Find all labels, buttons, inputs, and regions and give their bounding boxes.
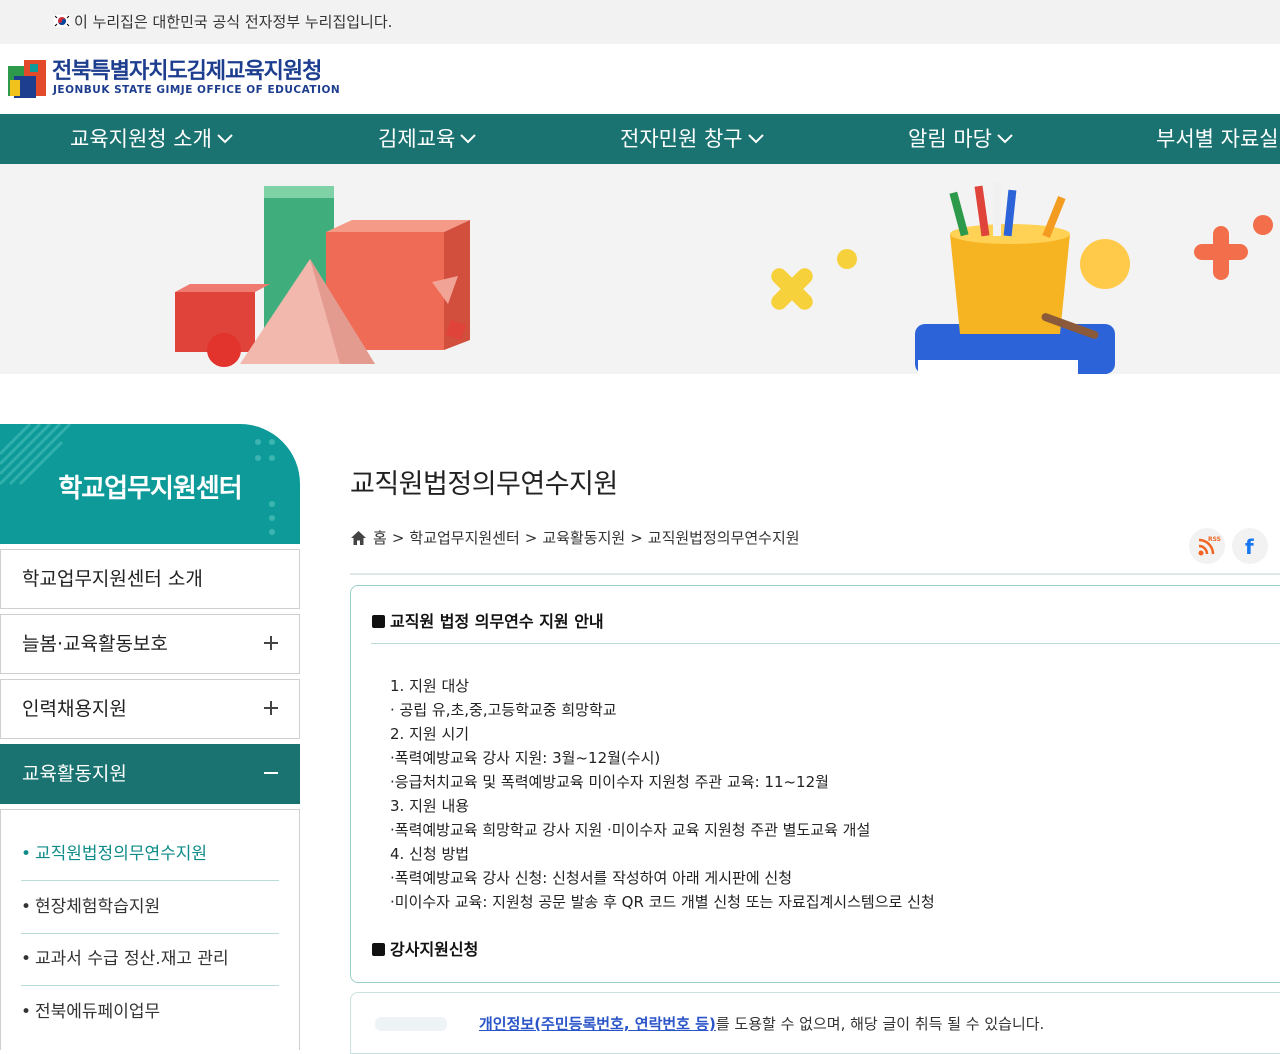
submenu-label: 전북에듀페이업무 xyxy=(35,1002,161,1022)
site-header: 전북특별자치도김제교육지원청 JEONBUK STATE GIMJE OFFIC… xyxy=(0,44,1280,114)
sidebar-item-care-protection[interactable]: 늘봄·교육활동보호 xyxy=(0,614,300,674)
sidebar-title-block: 학교업무지원센터 xyxy=(0,424,300,544)
facebook-button[interactable]: f xyxy=(1232,528,1268,564)
breadcrumb-level1[interactable]: 학교업무지원센터 xyxy=(409,528,519,548)
facebook-label: f xyxy=(1245,535,1254,559)
list-item: ·응급처치교육 및 폭력예방교육 미이수자 지원청 주관 교육: 11~12월 xyxy=(390,773,829,791)
page-title: 교직원법정의무연수지원 xyxy=(350,469,618,500)
office-name[interactable]: 전북특별자치도김제교육지원청 xyxy=(52,58,322,86)
nav-label: 교육지원청 소개 xyxy=(70,127,212,151)
notice-icon xyxy=(375,1017,447,1031)
nav-label: 김제교육 xyxy=(378,127,456,151)
submenu-item-edupay[interactable]: • 전북에듀페이업무 xyxy=(21,986,279,1038)
instructor-apply-title-text: 강사지원신청 xyxy=(390,940,479,959)
multiply-symbol-shape xyxy=(771,268,813,310)
global-navigation: 교육지원청 소개 김제교육 전자민원 창구 알림 마당 부서별 자료실 xyxy=(0,114,1280,164)
list-item: 4. 신청 방법 xyxy=(390,845,470,863)
nav-label: 알림 마당 xyxy=(908,127,992,151)
list-item: · 공립 유,초,중,고등학교중 희망학교 xyxy=(390,701,617,719)
plus-icon[interactable] xyxy=(263,700,279,716)
sub-visual-banner xyxy=(0,164,1280,374)
sidebar-submenu: • 교직원법정의무연수지원 • 현장체험학습지원 • 교과서 수급 정산.재고 관리 … xyxy=(0,809,300,1050)
office-name-english: JEONBUK STATE GIMJE OFFICE OF EDUCATION xyxy=(53,84,341,96)
submenu-item-legal-training[interactable]: • 교직원법정의무연수지원 xyxy=(21,828,279,881)
square-bullet-icon xyxy=(372,943,385,956)
minus-icon[interactable] xyxy=(263,765,279,781)
korea-flag-icon xyxy=(53,13,71,29)
nav-item-gimje-education[interactable]: 김제교육 xyxy=(378,114,476,164)
title-divider xyxy=(350,573,1280,575)
facebook-icon: f xyxy=(1245,535,1254,559)
list-item: 2. 지원 시기 xyxy=(390,725,470,743)
breadcrumb: 홈 > 학교업무지원센터 > 교육활동지원 > 교직원법정의무연수지원 xyxy=(350,528,800,548)
info-box-title-text: 교직원 법정 의무연수 지원 안내 xyxy=(390,612,604,631)
breadcrumb-home[interactable]: 홈 xyxy=(373,528,387,548)
sidebar-item-label: 인력채용지원 xyxy=(22,698,127,720)
sidebar-item-center-intro[interactable]: 학교업무지원센터 소개 xyxy=(0,549,300,609)
privacy-notice-highlight: 개인정보(주민등록번호, 연락번호 등) xyxy=(479,1015,716,1033)
info-box-divider xyxy=(371,643,1280,644)
instructor-apply-title: 강사지원신청 xyxy=(372,936,478,960)
submenu-item-field-trip[interactable]: • 현장체험학습지원 xyxy=(21,881,279,934)
nav-item-notice[interactable]: 알림 마당 xyxy=(908,114,1013,164)
nav-item-e-civil-service[interactable]: 전자민원 창구 xyxy=(620,114,764,164)
chevron-down-icon xyxy=(997,134,1013,144)
submenu-label: 교과서 수급 정산.재고 관리 xyxy=(35,949,229,969)
info-box-title: 교직원 법정 의무연수 지원 안내 xyxy=(372,608,604,632)
nav-label: 전자민원 창구 xyxy=(620,127,743,151)
bullet-icon: • xyxy=(21,897,32,917)
list-item: 1. 지원 대상 xyxy=(390,677,470,695)
breadcrumb-current: 교직원법정의무연수지원 xyxy=(647,529,800,547)
sidebar-item-label: 학교업무지원센터 소개 xyxy=(22,568,203,590)
privacy-notice-box: 개인정보(주민등록번호, 연락번호 등)를 도용할 수 없으며, 해당 글이 취… xyxy=(350,992,1280,1054)
sidebar-item-education-activity[interactable]: 교육활동지원 xyxy=(0,744,300,804)
rss-button[interactable]: RSS xyxy=(1189,528,1225,564)
breadcrumb-separator: > xyxy=(630,529,643,547)
list-item: ·폭력예방교육 강사 지원: 3월~12월(수시) xyxy=(390,749,661,767)
rss-icon: RSS xyxy=(1198,536,1221,556)
list-item: ·미이수자 교육: 지원청 공문 발송 후 QR 코드 개별 신청 또는 자료집… xyxy=(390,893,935,911)
sidebar-item-label: 교육활동지원 xyxy=(22,763,127,785)
privacy-notice-rest: 를 도용할 수 없으며, 해당 글이 취득 될 수 있습니다. xyxy=(715,1015,1045,1033)
sidebar-title: 학교업무지원센터 xyxy=(58,474,242,504)
sidebar-item-recruitment[interactable]: 인력채용지원 xyxy=(0,679,300,739)
nav-item-about[interactable]: 교육지원청 소개 xyxy=(70,114,233,164)
breadcrumb-separator: > xyxy=(391,529,405,547)
submenu-label: 교직원법정의무연수지원 xyxy=(35,844,208,864)
plus-symbol-shape xyxy=(1194,226,1248,280)
list-item: 3. 지원 내용 xyxy=(390,797,470,815)
bullet-icon: • xyxy=(21,949,32,969)
rss-label: RSS xyxy=(1208,536,1221,543)
breadcrumb-level2[interactable]: 교육활동지원 xyxy=(542,528,625,548)
chevron-down-icon xyxy=(460,134,476,144)
plus-icon[interactable] xyxy=(263,635,279,651)
info-box: 교직원 법정 의무연수 지원 안내 1. 지원 대상 · 공립 유,초,중,고등… xyxy=(350,585,1280,983)
home-icon[interactable] xyxy=(350,530,367,546)
nav-label: 부서별 자료실 xyxy=(1156,127,1279,151)
chevron-down-icon xyxy=(747,134,764,144)
banner-illustration xyxy=(175,182,1273,374)
chevron-down-icon xyxy=(217,134,233,144)
sidebar-item-label: 늘봄·교육활동보호 xyxy=(22,633,168,655)
government-banner: 이 누리집은 대한민국 공식 전자정부 누리집입니다. xyxy=(0,0,1280,44)
submenu-label: 현장체험학습지원 xyxy=(35,897,161,917)
breadcrumb-separator: > xyxy=(524,529,538,547)
list-item: ·폭력예방교육 희망학교 강사 지원 ·미이수자 교육 지원청 주관 별도교육 … xyxy=(390,821,871,839)
submenu-item-textbook[interactable]: • 교과서 수급 정산.재고 관리 xyxy=(21,933,279,986)
square-bullet-icon xyxy=(372,615,385,628)
red-ball-shape xyxy=(207,333,241,367)
office-logo-icon[interactable] xyxy=(8,58,48,100)
yellow-ball-shape xyxy=(1080,239,1130,289)
bullet-icon: • xyxy=(21,844,32,864)
bullet-icon: • xyxy=(21,1002,32,1022)
info-list: 1. 지원 대상 · 공립 유,초,중,고등학교중 희망학교 2. 지원 시기 … xyxy=(390,674,1270,914)
nav-item-department-archive[interactable]: 부서별 자료실 xyxy=(1156,114,1279,164)
government-banner-text: 이 누리집은 대한민국 공식 전자정부 누리집입니다. xyxy=(74,13,393,31)
list-item: ·폭력예방교육 강사 신청: 신청서를 작성하여 아래 게시판에 신청 xyxy=(390,869,793,887)
